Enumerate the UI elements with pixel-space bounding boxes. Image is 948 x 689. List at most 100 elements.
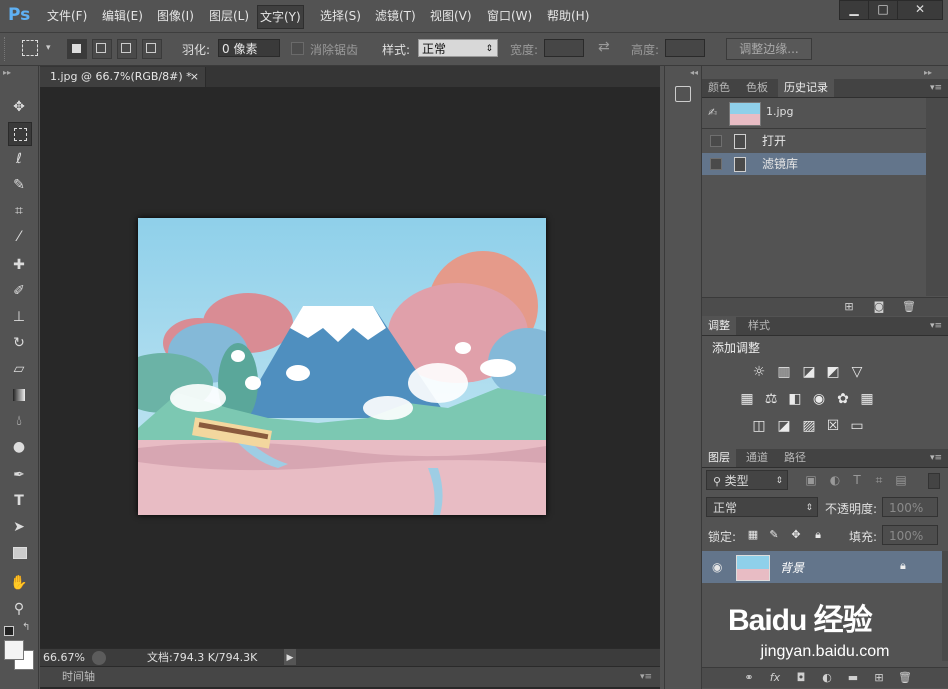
history-item[interactable]: 打开 [702,130,926,152]
stamp-tool-icon[interactable]: ⊥ [8,306,30,328]
trash-icon[interactable]: 🗑︎ [902,300,916,314]
add-to-selection-button[interactable] [92,39,112,59]
history-brush-tool-icon[interactable]: ↻ [8,332,30,354]
refine-edge-button[interactable]: 调整边缘... [726,38,812,60]
layer-lock-icon[interactable]: 🔒︎ [900,559,906,573]
lock-all-icon[interactable]: 🔒︎ [809,526,827,544]
pen-tool-icon[interactable]: ✒ [8,464,30,486]
hue-saturation-icon[interactable]: ▦ [738,390,756,408]
history-item-selected[interactable]: 滤镜库 [702,153,926,175]
new-selection-button[interactable] [67,39,87,59]
document-tab[interactable]: 1.jpg @ 66.7%(RGB/8#) * × [40,67,206,87]
tab-styles[interactable]: 样式 [742,317,776,335]
path-select-tool-icon[interactable]: ➤ [8,516,30,538]
tab-channels[interactable]: 通道 [740,449,774,467]
feather-input[interactable]: 0 像素 [218,39,280,57]
fx-icon[interactable]: fx [768,671,782,685]
menu-file[interactable]: 文件(F) [47,0,87,32]
canvas-image[interactable] [138,218,546,515]
history-scrollbar[interactable] [926,98,948,296]
menu-layer[interactable]: 图层(L) [209,0,249,32]
gradient-tool-icon[interactable] [8,384,30,406]
foreground-color-swatch[interactable] [4,640,24,660]
panel-menu-icon[interactable]: ▾≡ [924,449,948,467]
chevron-down-icon[interactable]: ▾ [46,43,51,53]
photo-filter-icon[interactable]: ◉ [810,390,828,408]
lasso-tool-icon[interactable]: ℓ [8,148,30,170]
menu-image[interactable]: 图像(I) [157,0,194,32]
delete-layer-icon[interactable]: 🗑︎ [898,671,912,685]
eraser-tool-icon[interactable]: ▱ [8,358,30,380]
timeline-panel[interactable]: 时间轴 ▾≡ [40,666,660,687]
filter-toggle[interactable] [928,473,940,489]
width-input[interactable] [544,39,584,57]
panel-menu-icon[interactable]: ▾≡ [640,667,652,687]
type-tool-icon[interactable]: T [8,490,30,512]
curves-icon[interactable]: ◪ [800,363,818,381]
close-window-button[interactable]: ✕ [897,0,943,20]
move-tool-icon[interactable]: ✥ [8,96,30,118]
camera-icon[interactable]: ◙ [872,300,886,314]
rectangle-tool-icon[interactable] [8,542,30,564]
dock-collapse-icon[interactable]: ◂◂ [690,68,698,77]
height-input[interactable] [665,39,705,57]
menu-help[interactable]: 帮助(H) [547,0,589,32]
blend-mode-select[interactable]: 正常 ⇕ [706,497,818,517]
brightness-contrast-icon[interactable]: ☼ [750,363,768,381]
swap-icon[interactable]: ⇄ [598,39,610,55]
opacity-input[interactable]: 100% [882,497,938,517]
antialias-checkbox[interactable] [291,42,304,55]
exposure-icon[interactable]: ◩ [824,363,842,381]
style-select[interactable]: 正常 ⇕ [418,39,498,57]
selective-color-icon[interactable]: ☒ [824,417,842,435]
hand-tool-icon[interactable]: ✋ [8,572,30,594]
healing-brush-tool-icon[interactable]: ✚ [8,254,30,276]
default-colors-icon[interactable] [4,626,14,636]
tab-close-icon[interactable]: × [190,67,199,87]
zoom-level[interactable]: 66.67% [43,649,85,667]
gradient-map-icon[interactable]: ▭ [848,417,866,435]
black-white-icon[interactable]: ◧ [786,390,804,408]
menu-filter[interactable]: 滤镜(T) [375,0,416,32]
marquee-tool-icon[interactable] [8,122,32,146]
panels-collapse-icon[interactable]: ▸▸ [924,68,932,77]
blur-tool-icon[interactable]: 💧︎ [8,410,30,432]
filter-smart-object-icon[interactable]: ▤ [892,471,910,489]
new-group-icon[interactable]: ▬ [846,671,860,685]
color-balance-icon[interactable]: ⚖ [762,390,780,408]
tab-color[interactable]: 颜色 [702,79,736,97]
filter-pixel-icon[interactable]: ▣ [802,471,820,489]
intersect-selection-button[interactable] [142,39,162,59]
filter-type-icon[interactable]: T [848,471,866,489]
crop-tool-icon[interactable]: ⌗ [8,200,30,222]
options-grip[interactable] [4,37,9,61]
invert-icon[interactable]: ◫ [750,417,768,435]
subtract-selection-button[interactable] [117,39,137,59]
eyedropper-tool-icon[interactable]: ⁄ [8,226,30,248]
adjustment-layer-icon[interactable]: ◐ [820,671,834,685]
history-checkbox[interactable] [710,135,722,147]
color-lookup-icon[interactable]: ▦ [858,390,876,408]
levels-icon[interactable]: ▥ [775,363,793,381]
new-document-from-state-icon[interactable]: ⊞ [842,300,856,314]
tab-layers[interactable]: 图层 [702,449,736,467]
brush-tool-icon[interactable]: ✐ [8,280,30,302]
new-layer-icon[interactable]: ⊞ [872,671,886,685]
history-brush-source-icon[interactable]: ✍ [708,106,717,119]
posterize-icon[interactable]: ◪ [775,417,793,435]
link-layers-icon[interactable]: ⚭ [742,671,756,685]
quick-select-tool-icon[interactable]: ✎ [8,174,30,196]
collapse-icon[interactable]: ▸▸ [3,68,11,77]
panel-menu-icon[interactable]: ▾≡ [924,317,948,335]
channel-mixer-icon[interactable]: ✿ [834,390,852,408]
menu-view[interactable]: 视图(V) [430,0,472,32]
lock-transparency-icon[interactable]: ▦ [744,526,762,544]
info-panel-icon[interactable] [675,86,691,102]
threshold-icon[interactable]: ▨ [800,417,818,435]
tab-swatches[interactable]: 色板 [740,79,774,97]
menu-edit[interactable]: 编辑(E) [102,0,143,32]
layer-filter-select[interactable]: ⚲ 类型 ⇕ [706,470,788,490]
fill-input[interactable]: 100% [882,525,938,545]
dodge-tool-icon[interactable]: ● [8,436,30,458]
tab-paths[interactable]: 路径 [778,449,812,467]
